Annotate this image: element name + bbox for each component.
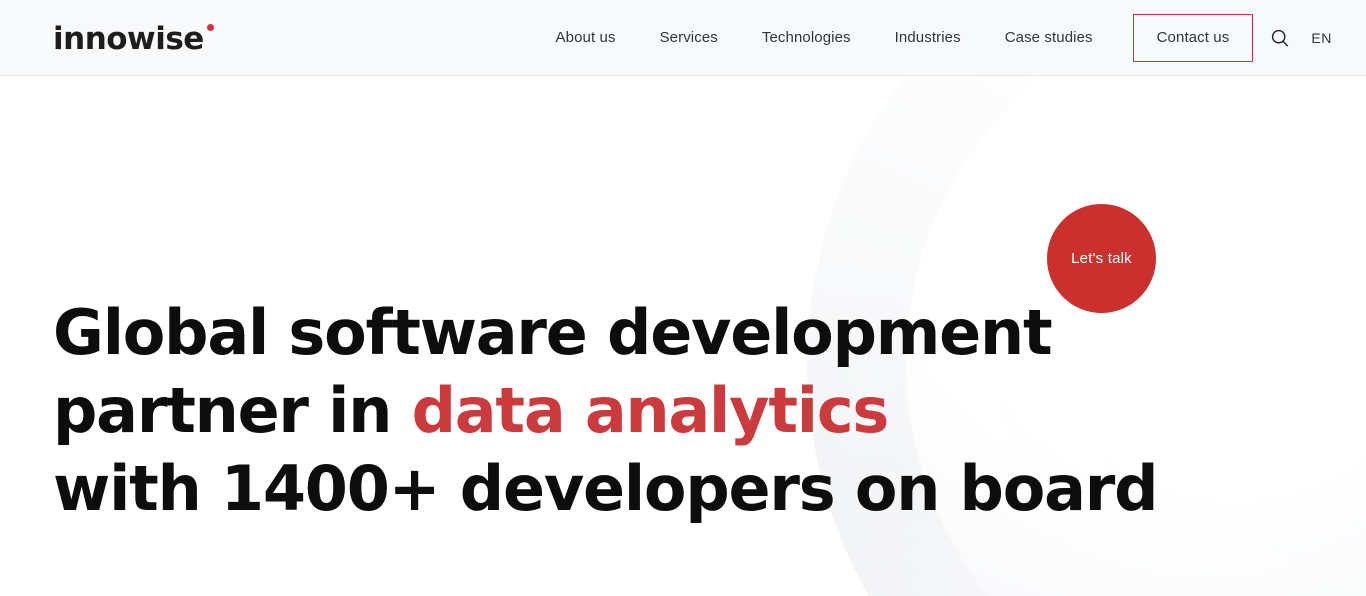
hero-heading-line-3: with 1400+ developers on board xyxy=(53,452,1159,525)
nav-link-about-us[interactable]: About us xyxy=(534,29,638,46)
nav-link-services[interactable]: Services xyxy=(638,29,740,46)
search-icon xyxy=(1272,29,1289,46)
logo-wordmark: innowise xyxy=(53,21,204,57)
header-tools: EN xyxy=(1265,23,1366,53)
hero-heading-accent: data analytics xyxy=(411,374,890,447)
primary-navigation: About us Services Technologies Industrie… xyxy=(534,0,1366,75)
hero-section: Let's talk Global software development p… xyxy=(0,76,1366,596)
contact-us-button[interactable]: Contact us xyxy=(1132,13,1254,62)
nav-list: About us Services Technologies Industrie… xyxy=(534,29,1115,46)
nav-link-technologies[interactable]: Technologies xyxy=(740,29,873,46)
language-switcher[interactable]: EN xyxy=(1311,30,1332,46)
site-header: innowise About us Services Technologies … xyxy=(0,0,1366,76)
nav-item-industries: Industries xyxy=(873,29,983,46)
hero-copy: Global software development partner in d… xyxy=(53,294,1159,528)
hero-heading-line-2: partner in data analytics xyxy=(53,372,1033,450)
hero-heading: Global software development partner in d… xyxy=(53,294,1159,528)
nav-item-case-studies: Case studies xyxy=(983,29,1115,46)
nav-item-about-us: About us xyxy=(534,29,638,46)
logo-dot-icon xyxy=(206,24,214,31)
nav-item-services: Services xyxy=(638,29,740,46)
lets-talk-button[interactable]: Let's talk xyxy=(1047,204,1156,313)
hero-heading-line-1: Global software development xyxy=(53,296,1053,369)
search-button[interactable] xyxy=(1265,23,1295,53)
logo-innowise[interactable]: innowise xyxy=(53,21,214,57)
nav-item-technologies: Technologies xyxy=(740,29,873,46)
nav-link-industries[interactable]: Industries xyxy=(873,29,983,46)
hero-heading-line-2-prefix: partner in xyxy=(53,374,412,447)
nav-link-case-studies[interactable]: Case studies xyxy=(983,29,1115,46)
